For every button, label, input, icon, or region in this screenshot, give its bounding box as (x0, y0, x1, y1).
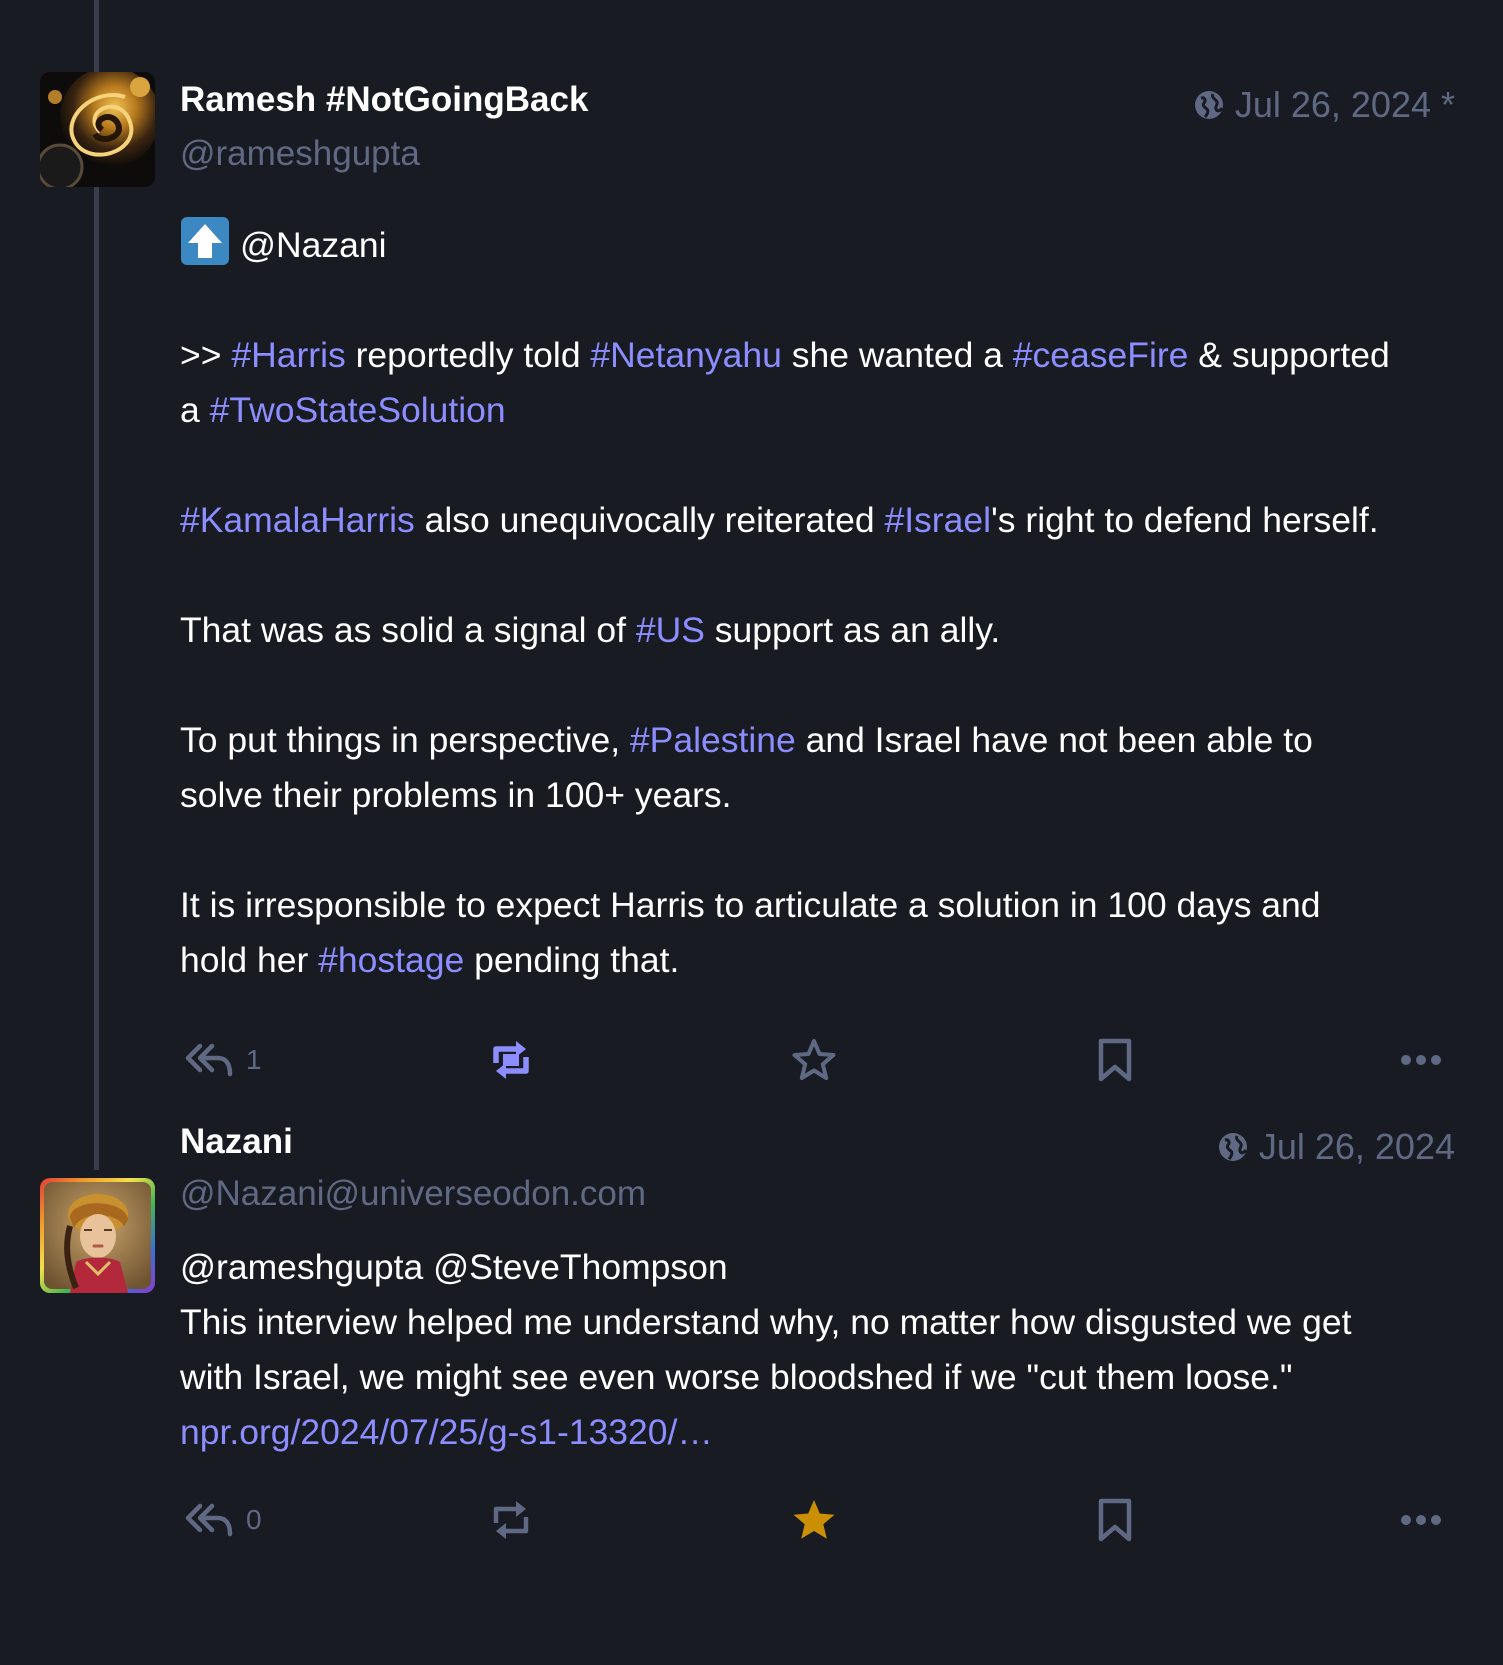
fractal-spiral-avatar-image (40, 72, 155, 187)
boost-button[interactable] (488, 1030, 534, 1090)
account-handle[interactable]: @rameshgupta (180, 134, 420, 174)
favourite-button[interactable] (790, 1030, 838, 1090)
content-paragraph: >> #Harris reportedly told #Netanyahu sh… (180, 328, 1460, 438)
status-meta[interactable]: Jul 26, 2024 * (1193, 84, 1455, 126)
text-span: solve their problems in 100+ years. (180, 775, 732, 815)
ellipsis-icon (1401, 1515, 1441, 1525)
content-paragraph: It is irresponsible to expect Harris to … (180, 878, 1460, 988)
text-span: support as an ally. (704, 610, 1001, 650)
bookmark-button[interactable] (1095, 1030, 1135, 1090)
hashtag-link[interactable]: #KamalaHarris (180, 500, 415, 540)
action-bar: 0 (180, 1490, 1455, 1550)
hashtag-link[interactable]: #Netanyahu (590, 335, 781, 375)
hashtag-link[interactable]: #US (636, 610, 705, 650)
content-paragraph: #KamalaHarris also unequivocally reitera… (180, 493, 1460, 548)
text-span: This interview helped me understand why,… (180, 1302, 1352, 1342)
text-span: pending that. (464, 940, 680, 980)
bookmark-icon (1098, 1498, 1132, 1542)
action-bar: 1 (180, 1030, 1455, 1090)
reply-all-icon (185, 1503, 233, 1537)
text-span: and Israel have not been able to (795, 720, 1313, 760)
text-span: >> (180, 335, 232, 375)
text-span: also unequivocally reiterated (414, 500, 885, 540)
account-handle[interactable]: @Nazani@universeodon.com (180, 1174, 646, 1214)
boost-button[interactable] (488, 1490, 534, 1550)
mention-links[interactable]: @rameshgupta @SteveThompson (180, 1247, 728, 1287)
hashtag-link[interactable]: #Palestine (630, 720, 796, 760)
hashtag-link[interactable]: #Israel (884, 500, 991, 540)
star-outline-icon (792, 1039, 836, 1080)
reply-count: 0 (246, 1504, 262, 1535)
boost-icon (493, 1041, 529, 1079)
status-date[interactable]: Jul 26, 2024 (1235, 84, 1431, 126)
bookmark-icon (1098, 1038, 1132, 1082)
text-span: 's right to defend herself. (991, 500, 1379, 540)
up-arrow-emoji-icon (181, 217, 229, 265)
text-span: hold her (180, 940, 319, 980)
status-post[interactable]: Nazani @Nazani@universeodon.com Jul 26, … (0, 1122, 1503, 1665)
avatar[interactable] (40, 1178, 155, 1293)
reply-all-button[interactable]: 0 (184, 1490, 262, 1550)
status-post[interactable]: Ramesh #NotGoingBack @rameshgupta Jul 26… (0, 68, 1503, 1118)
text-span: with Israel, we might see even worse blo… (180, 1357, 1293, 1397)
status-date[interactable]: Jul 26, 2024 (1259, 1126, 1455, 1168)
content-paragraph: @Nazani (180, 216, 1460, 273)
hashtag-link[interactable]: #ceaseFire (1013, 335, 1189, 375)
globe-icon (1194, 91, 1224, 119)
content-paragraph: @rameshgupta @SteveThompson This intervie… (180, 1240, 1460, 1460)
more-options-button[interactable] (1400, 1030, 1442, 1090)
content-paragraph: To put things in perspective, #Palestine… (180, 713, 1460, 823)
painted-portrait-avatar-image (40, 1178, 155, 1293)
ellipsis-icon (1401, 1055, 1441, 1065)
text-span: That was as solid a signal of (180, 610, 636, 650)
star-filled-icon (793, 1500, 835, 1539)
text-span: she wanted a (781, 335, 1013, 375)
external-link[interactable]: npr.org/2024/07/25/g-s1-13320/… (180, 1412, 713, 1452)
content-paragraph: That was as solid a signal of #US suppor… (180, 603, 1460, 658)
globe-icon (1218, 1133, 1248, 1161)
mention-link[interactable]: @Nazani (240, 225, 387, 265)
hashtag-link[interactable]: #hostage (318, 940, 464, 980)
reply-all-button[interactable]: 1 (184, 1030, 262, 1090)
hashtag-link[interactable]: #TwoStateSolution (210, 390, 506, 430)
edited-marker: * (1440, 84, 1455, 125)
hashtag-link[interactable]: #Harris (231, 335, 345, 375)
text-span: reportedly told (345, 335, 591, 375)
display-name[interactable]: Nazani (180, 1122, 293, 1162)
status-meta[interactable]: Jul 26, 2024 (1217, 1126, 1455, 1168)
text-span: To put things in perspective, (180, 720, 630, 760)
display-name[interactable]: Ramesh #NotGoingBack (180, 80, 588, 120)
status-content: @Nazani >> #Harris reportedly told #Neta… (180, 216, 1460, 988)
favourite-button[interactable] (790, 1490, 838, 1550)
text-span: & supported (1188, 335, 1390, 375)
text-span: It is irresponsible to expect Harris to … (180, 885, 1321, 925)
avatar[interactable] (40, 72, 155, 187)
boost-icon (493, 1501, 529, 1539)
more-options-button[interactable] (1400, 1490, 1442, 1550)
reply-count: 1 (246, 1044, 262, 1075)
bookmark-button[interactable] (1095, 1490, 1135, 1550)
status-content: @rameshgupta @SteveThompson This intervie… (180, 1240, 1460, 1460)
text-span: a (180, 390, 210, 430)
reply-all-icon (185, 1043, 233, 1077)
